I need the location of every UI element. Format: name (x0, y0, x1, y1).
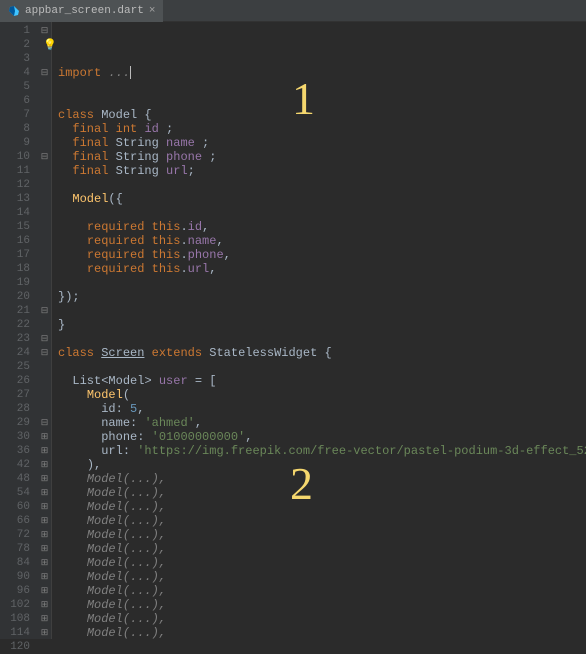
fold-toggle[interactable]: ⊟ (38, 304, 51, 318)
fold-toggle[interactable]: ⊞ (38, 430, 51, 444)
fold-toggle[interactable]: ⊟ (38, 416, 51, 430)
fold-toggle[interactable]: ⊟ (38, 346, 51, 360)
line-number: 102 (0, 598, 38, 612)
tab-filename: appbar_screen.dart (25, 5, 144, 17)
line-number: 48 (0, 472, 38, 486)
close-icon[interactable]: × (149, 5, 156, 17)
line-number: 11 (0, 164, 38, 178)
file-tab[interactable]: appbar_screen.dart × (0, 0, 163, 22)
line-number: 5 (0, 80, 38, 94)
fold-toggle[interactable]: ⊞ (38, 528, 51, 542)
line-number: 66 (0, 514, 38, 528)
line-number: 24 (0, 346, 38, 360)
fold-toggle[interactable]: ⊟ (38, 24, 51, 38)
line-gutter: 1234567891011121314151617181920212223242… (0, 22, 38, 639)
line-number: 10 (0, 150, 38, 164)
line-number: 30 (0, 430, 38, 444)
line-number: 108 (0, 612, 38, 626)
fold-toggle[interactable]: ⊞ (38, 598, 51, 612)
line-number: 27 (0, 388, 38, 402)
code-editor[interactable]: 1234567891011121314151617181920212223242… (0, 22, 586, 639)
fold-toggle[interactable]: ⊞ (38, 570, 51, 584)
line-number: 12 (0, 178, 38, 192)
line-number: 96 (0, 584, 38, 598)
fold-toggle[interactable]: ⊞ (38, 626, 51, 640)
line-number: 54 (0, 486, 38, 500)
line-number: 114 (0, 626, 38, 640)
dart-file-icon (8, 5, 20, 17)
line-number: 1 (0, 24, 38, 38)
line-number: 42 (0, 458, 38, 472)
line-number: 22 (0, 318, 38, 332)
line-number: 60 (0, 500, 38, 514)
line-number: 19 (0, 276, 38, 290)
line-number: 26 (0, 374, 38, 388)
line-number: 120 (0, 640, 38, 654)
line-number: 4 (0, 66, 38, 80)
line-number: 8 (0, 122, 38, 136)
line-number: 7 (0, 108, 38, 122)
fold-toggle[interactable]: ⊞ (38, 486, 51, 500)
code-area[interactable]: 1 2 import ... class Model { final int i… (52, 22, 586, 639)
line-number: 6 (0, 94, 38, 108)
line-number: 23 (0, 332, 38, 346)
line-number: 3 (0, 52, 38, 66)
fold-toggle[interactable]: ⊞ (38, 472, 51, 486)
fold-toggle[interactable]: ⊟ (38, 332, 51, 346)
line-number: 17 (0, 248, 38, 262)
tab-bar: appbar_screen.dart × (0, 0, 586, 22)
fold-toggle[interactable]: ⊟ (38, 150, 51, 164)
line-number: 78 (0, 542, 38, 556)
line-number: 84 (0, 556, 38, 570)
line-number: 36 (0, 444, 38, 458)
fold-toggle[interactable]: ⊞ (38, 500, 51, 514)
line-number: 90 (0, 570, 38, 584)
line-number: 2 (0, 38, 38, 52)
line-number: 29 (0, 416, 38, 430)
line-number: 14 (0, 206, 38, 220)
fold-toggle[interactable]: ⊞ (38, 514, 51, 528)
line-number: 18 (0, 262, 38, 276)
line-number: 28 (0, 402, 38, 416)
line-number: 25 (0, 360, 38, 374)
line-number: 9 (0, 136, 38, 150)
line-number: 15 (0, 220, 38, 234)
line-number: 16 (0, 234, 38, 248)
line-number: 13 (0, 192, 38, 206)
fold-toggle[interactable]: ⊞ (38, 542, 51, 556)
fold-toggle[interactable]: ⊞ (38, 444, 51, 458)
line-number: 72 (0, 528, 38, 542)
fold-toggle[interactable]: ⊞ (38, 612, 51, 626)
annotation-two: 2 (290, 477, 313, 491)
line-number: 21 (0, 304, 38, 318)
fold-toggle[interactable]: ⊞ (38, 458, 51, 472)
fold-toggle[interactable]: ⊞ (38, 556, 51, 570)
fold-column: ⊟⊟⊟⊟⊟⊟⊟⊞⊞⊞⊞⊞⊞⊞⊞⊞⊞⊞⊞⊞⊞⊞ (38, 22, 52, 639)
fold-toggle[interactable]: ⊞ (38, 584, 51, 598)
annotation-one: 1 (292, 92, 315, 106)
line-number: 20 (0, 290, 38, 304)
fold-toggle[interactable]: ⊟ (38, 66, 51, 80)
